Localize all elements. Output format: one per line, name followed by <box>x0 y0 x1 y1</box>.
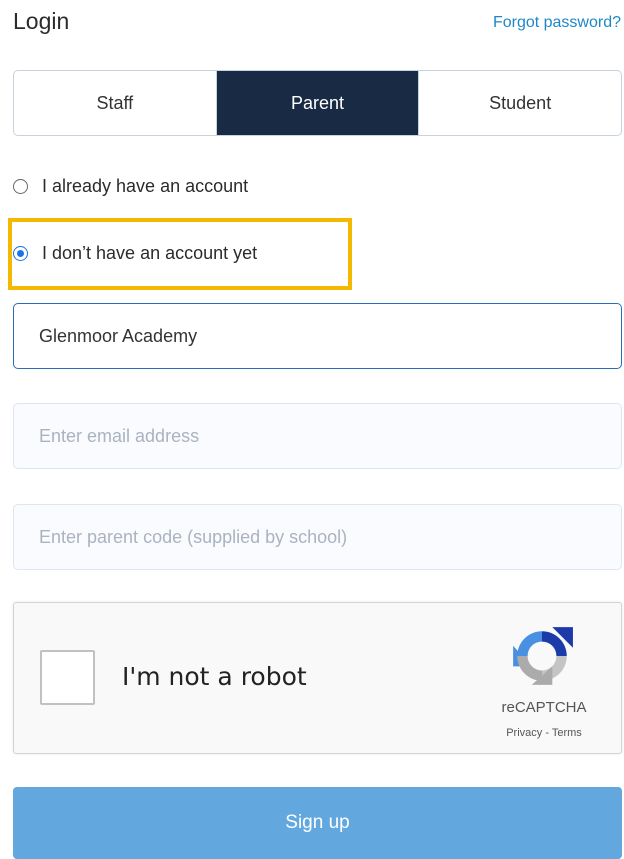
tab-student[interactable]: Student <box>418 71 621 135</box>
page-title: Login <box>13 8 70 34</box>
recaptcha-brand: reCAPTCHA <box>501 699 587 716</box>
role-tabs: Staff Parent Student <box>13 70 622 136</box>
radio-no-account-label: I don’t have an account yet <box>42 243 258 263</box>
recaptcha-label: I'm not a robot <box>122 662 307 691</box>
radio-have-account-label: I already have an account <box>42 176 249 196</box>
forgot-password-link[interactable]: Forgot password? <box>493 14 621 32</box>
radio-no-account[interactable]: I don’t have an account yet <box>13 243 257 264</box>
sign-up-button[interactable]: Sign up <box>13 787 622 859</box>
recaptcha-checkbox[interactable] <box>40 650 95 705</box>
parent-code-input[interactable]: Enter parent code (supplied by school) <box>13 504 622 570</box>
recaptcha-logo-icon <box>513 627 573 685</box>
radio-have-account[interactable]: I already have an account <box>13 176 248 197</box>
recaptcha-privacy-terms[interactable]: Privacy - Terms <box>484 727 604 739</box>
recaptcha-widget: I'm not a robot reCAPTCHA Privacy - Term… <box>13 602 622 754</box>
email-input[interactable]: Enter email address <box>13 403 622 469</box>
radio-checked-icon[interactable] <box>13 246 28 261</box>
school-input[interactable]: Glenmoor Academy <box>13 303 622 369</box>
radio-unchecked-icon[interactable] <box>13 179 28 194</box>
tab-staff[interactable]: Staff <box>14 71 216 135</box>
tab-parent[interactable]: Parent <box>215 71 419 135</box>
